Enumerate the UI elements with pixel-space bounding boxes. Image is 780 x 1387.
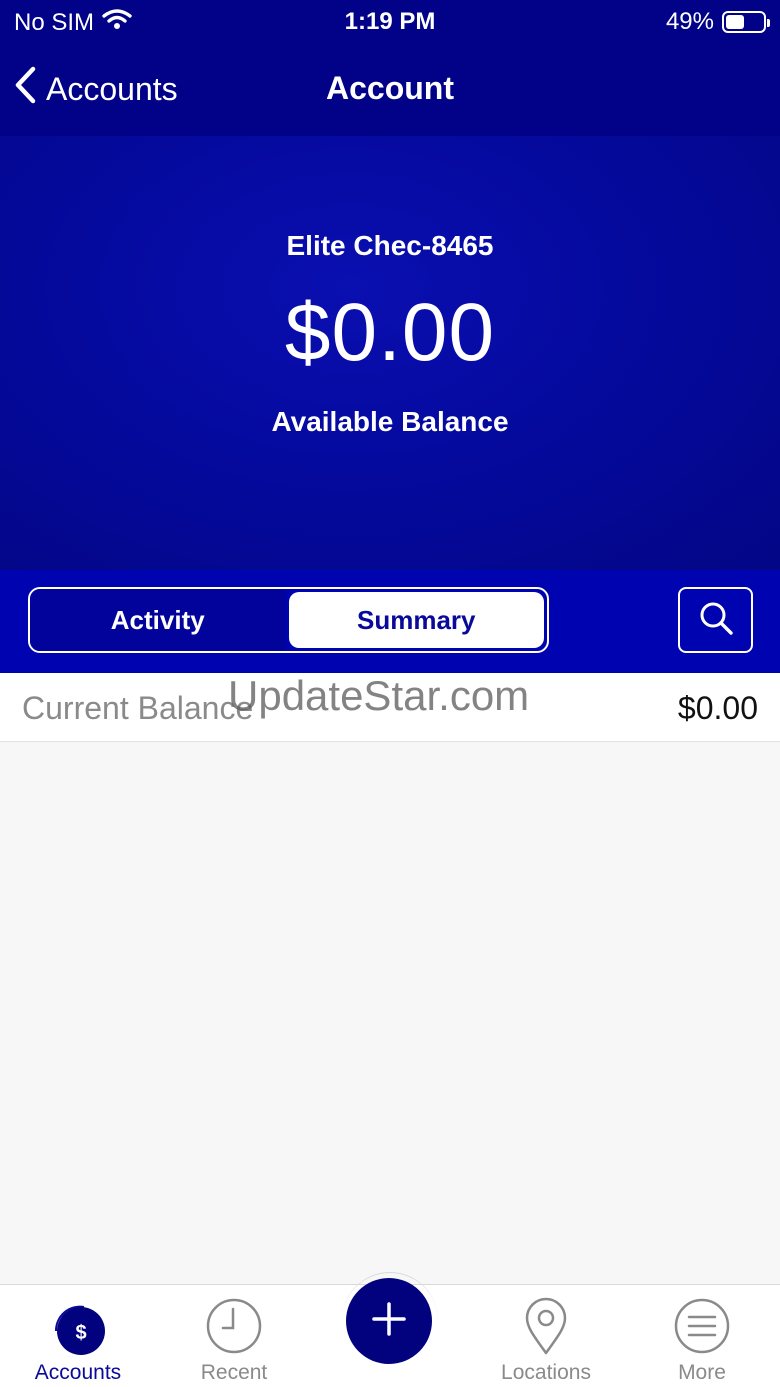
current-balance-label: Current Balance [22, 690, 254, 726]
navigation-bar: Accounts Account [0, 52, 780, 124]
add-button[interactable] [346, 1278, 432, 1364]
search-icon [697, 599, 735, 642]
account-hero: Elite Chec-8465 $0.00 Available Balance [0, 136, 780, 572]
tab-summary[interactable]: Summary [288, 592, 544, 648]
accounts-dollar-icon: $ [46, 1297, 110, 1362]
header-background: No SIM 1:19 PM 49% Accounts Account [0, 0, 780, 136]
battery-icon [722, 11, 770, 33]
tab-locations[interactable]: Locations [468, 1285, 624, 1387]
status-bar: No SIM 1:19 PM 49% [0, 0, 780, 44]
tab-label: Recent [200, 1361, 268, 1384]
account-name: Elite Chec-8465 [286, 230, 494, 261]
location-pin-icon [523, 1297, 569, 1362]
battery-percent: 49% [665, 8, 714, 35]
search-button[interactable] [678, 587, 753, 653]
add-button-container [342, 1268, 438, 1364]
tab-label: Accounts [34, 1361, 122, 1384]
tab-recent[interactable]: Recent [156, 1285, 312, 1387]
available-balance-amount: $0.00 [284, 287, 496, 378]
menu-icon [673, 1297, 731, 1360]
status-time: 1:19 PM [344, 8, 436, 35]
watermark: UpdateStar.com [228, 672, 530, 719]
tab-accounts[interactable]: $ Accounts [0, 1285, 156, 1387]
available-balance-label: Available Balance [271, 406, 509, 437]
page-title: Account [326, 70, 454, 106]
current-balance-value: $0.00 [677, 690, 758, 726]
svg-text:$: $ [75, 1322, 86, 1344]
clock-icon [205, 1297, 263, 1360]
tab-activity[interactable]: Activity [30, 589, 286, 651]
plus-icon [371, 1301, 407, 1342]
tab-label: Locations [501, 1361, 591, 1384]
segmented-control: Activity Summary [28, 587, 549, 653]
tab-label: More [678, 1361, 726, 1384]
tab-more[interactable]: More [624, 1285, 780, 1387]
segment-controls: Activity Summary [0, 570, 780, 673]
